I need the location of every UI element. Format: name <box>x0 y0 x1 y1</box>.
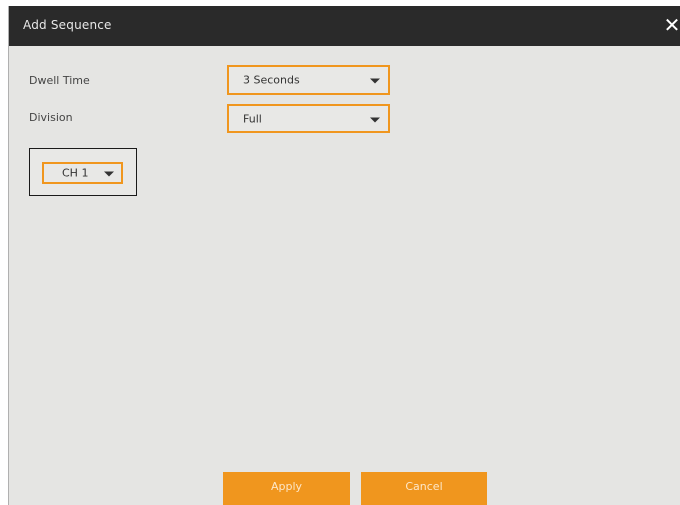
channel-slot: CH 1 <box>29 148 137 196</box>
dialog-titlebar: Add Sequence ✕ <box>9 6 680 46</box>
channel-value: CH 1 <box>62 166 89 180</box>
dialog-title: Add Sequence <box>23 18 112 32</box>
division-label: Division <box>29 111 73 124</box>
dwell-time-select[interactable]: 3 Seconds <box>227 65 390 95</box>
dwell-time-value: 3 Seconds <box>243 73 300 87</box>
apply-button[interactable]: Apply <box>223 472 350 505</box>
channel-select[interactable]: CH 1 <box>42 162 123 184</box>
dwell-time-label: Dwell Time <box>29 74 90 87</box>
close-icon[interactable]: ✕ <box>663 6 680 46</box>
chevron-down-icon <box>370 117 380 122</box>
chevron-down-icon <box>370 78 380 84</box>
add-sequence-dialog: Add Sequence ✕ Dwell Time 3 Seconds Divi… <box>8 6 680 505</box>
cancel-button[interactable]: Cancel <box>361 472 487 505</box>
division-select[interactable]: Full <box>227 104 390 133</box>
chevron-down-icon <box>104 171 114 177</box>
division-value: Full <box>243 112 262 125</box>
